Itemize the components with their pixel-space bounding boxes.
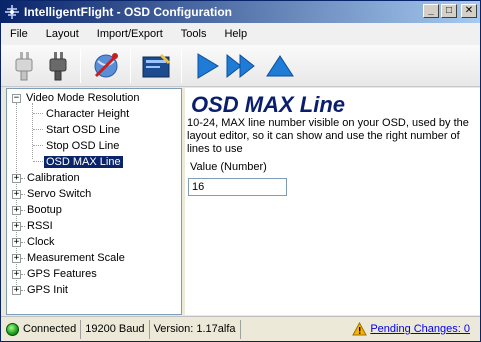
tree-node-osd-max-line[interactable]: OSD MAX Line <box>44 154 123 170</box>
tree-connector <box>21 241 25 243</box>
connection-led-icon <box>6 322 19 336</box>
tree-connector <box>21 289 25 291</box>
tree-node-label-selected: OSD MAX Line <box>44 156 123 168</box>
tree-connector <box>21 257 25 259</box>
expand-toggle[interactable]: + <box>12 253 21 263</box>
tree-connector <box>21 273 25 275</box>
expand-toggle[interactable]: + <box>12 269 21 279</box>
expand-toggle[interactable]: + <box>12 237 21 247</box>
tree-connector <box>33 113 43 114</box>
tree-node-stop-osd-line[interactable]: Stop OSD Line <box>44 138 121 154</box>
plug-connected-icon <box>49 52 67 81</box>
title-bar: IntelligentFlight - OSD Configuration _ … <box>1 1 480 23</box>
tree-node-label: Measurement Scale <box>27 252 125 264</box>
tree-node-character-height[interactable]: Character Height <box>44 106 131 122</box>
tree-connector <box>32 103 33 159</box>
value-label: Value (Number) <box>190 161 267 173</box>
tree-connector <box>21 209 25 211</box>
menu-file[interactable]: File <box>1 28 37 40</box>
menu-help[interactable]: Help <box>215 28 256 40</box>
app-icon <box>3 3 21 21</box>
tree-connector <box>33 145 43 146</box>
menu-bar: File Layout Import/Export Tools Help <box>1 23 480 45</box>
minimize-button[interactable]: _ <box>423 4 439 18</box>
app-window: IntelligentFlight - OSD Configuration _ … <box>0 0 481 342</box>
value-input[interactable] <box>188 178 287 196</box>
tree-node-rssi[interactable]: + RSSI <box>12 218 55 234</box>
tree-connector <box>33 161 43 162</box>
version-text: Version: 1.17alfa <box>153 323 236 335</box>
tree-node-label: GPS Features <box>27 268 97 280</box>
edit-panel-icon <box>142 53 171 78</box>
antenna-wave-icon <box>94 53 118 78</box>
tree-node-label: Clock <box>27 236 55 248</box>
expand-toggle[interactable]: + <box>12 189 21 199</box>
toolbar-separator <box>181 49 182 83</box>
version-status: Version: 1.17alfa <box>150 319 241 339</box>
baud-text: 19200 Baud <box>85 323 145 335</box>
setting-detail-panel: OSD MAX Line 10-24, MAX line number visi… <box>185 88 480 315</box>
upload-button[interactable] <box>263 48 297 84</box>
window-controls: _ □ ✕ <box>423 4 477 18</box>
setting-description: 10-24, MAX line number visible on your O… <box>187 117 469 155</box>
expand-toggle[interactable]: + <box>12 173 21 183</box>
window-title: IntelligentFlight - OSD Configuration <box>24 5 232 19</box>
tree-connector <box>33 129 43 130</box>
tree-node-label: RSSI <box>27 220 53 232</box>
tree-node-gps-init[interactable]: + GPS Init <box>12 282 70 298</box>
tree-node-label: Start OSD Line <box>46 124 120 136</box>
toolbar-separator <box>80 49 81 83</box>
setting-title: OSD MAX Line <box>191 92 346 117</box>
warning-icon <box>352 322 368 336</box>
tree-node-label: Stop OSD Line <box>46 140 120 152</box>
settings-tree[interactable]: − Video Mode Resolution Character Height… <box>6 88 182 315</box>
tree-node-label: Servo Switch <box>27 188 92 200</box>
tree-node-start-osd-line[interactable]: Start OSD Line <box>44 122 122 138</box>
tree-node-clock[interactable]: + Clock <box>12 234 57 250</box>
layout-editor-button[interactable] <box>139 48 173 84</box>
read-button[interactable] <box>190 48 224 84</box>
expand-toggle[interactable]: + <box>12 205 21 215</box>
connection-status: Connected <box>1 319 82 339</box>
scan-button[interactable] <box>89 48 123 84</box>
menu-layout[interactable]: Layout <box>37 28 88 40</box>
disconnect-button[interactable] <box>7 48 41 84</box>
tree-node-label: Bootup <box>27 204 62 216</box>
menu-import-export[interactable]: Import/Export <box>88 28 172 40</box>
upload-triangle-icon <box>266 55 294 77</box>
menu-tools[interactable]: Tools <box>172 28 216 40</box>
pending-changes-link[interactable]: Pending Changes: 0 <box>370 323 470 335</box>
tree-node-label: Calibration <box>27 172 80 184</box>
tree-connector <box>21 193 25 195</box>
tree-node-label: Character Height <box>46 108 130 120</box>
connect-button[interactable] <box>41 48 75 84</box>
plug-disconnected-icon <box>15 52 33 81</box>
tree-node-calibration[interactable]: + Calibration <box>12 170 82 186</box>
tree-node-gps-features[interactable]: + GPS Features <box>12 266 99 282</box>
tree-node-measurement-scale[interactable]: + Measurement Scale <box>12 250 127 266</box>
pending-changes: Pending Changes: 0 <box>352 322 470 336</box>
maximize-button[interactable]: □ <box>441 4 457 18</box>
tree-node-label: Video Mode Resolution <box>26 92 140 104</box>
tree-node-label: GPS Init <box>27 284 68 296</box>
connection-text: Connected <box>23 323 77 335</box>
fast-forward-icon <box>226 53 255 79</box>
tree-node-bootup[interactable]: + Bootup <box>12 202 64 218</box>
tree-node-servo-switch[interactable]: + Servo Switch <box>12 186 93 202</box>
expand-toggle[interactable]: + <box>12 285 21 295</box>
write-button[interactable] <box>224 48 258 84</box>
tree-connector <box>21 177 25 179</box>
tree-connector <box>21 225 25 227</box>
status-bar: Connected 19200 Baud Version: 1.17alfa P… <box>1 316 480 341</box>
tree-node-video-mode-resolution[interactable]: − Video Mode Resolution <box>12 90 142 106</box>
collapse-toggle[interactable]: − <box>12 93 21 103</box>
close-button[interactable]: ✕ <box>461 4 477 18</box>
toolbar-separator <box>130 49 131 83</box>
expand-toggle[interactable]: + <box>12 221 21 231</box>
baud-status: 19200 Baud <box>81 319 150 339</box>
toolbar <box>1 45 480 87</box>
play-icon <box>197 53 219 79</box>
